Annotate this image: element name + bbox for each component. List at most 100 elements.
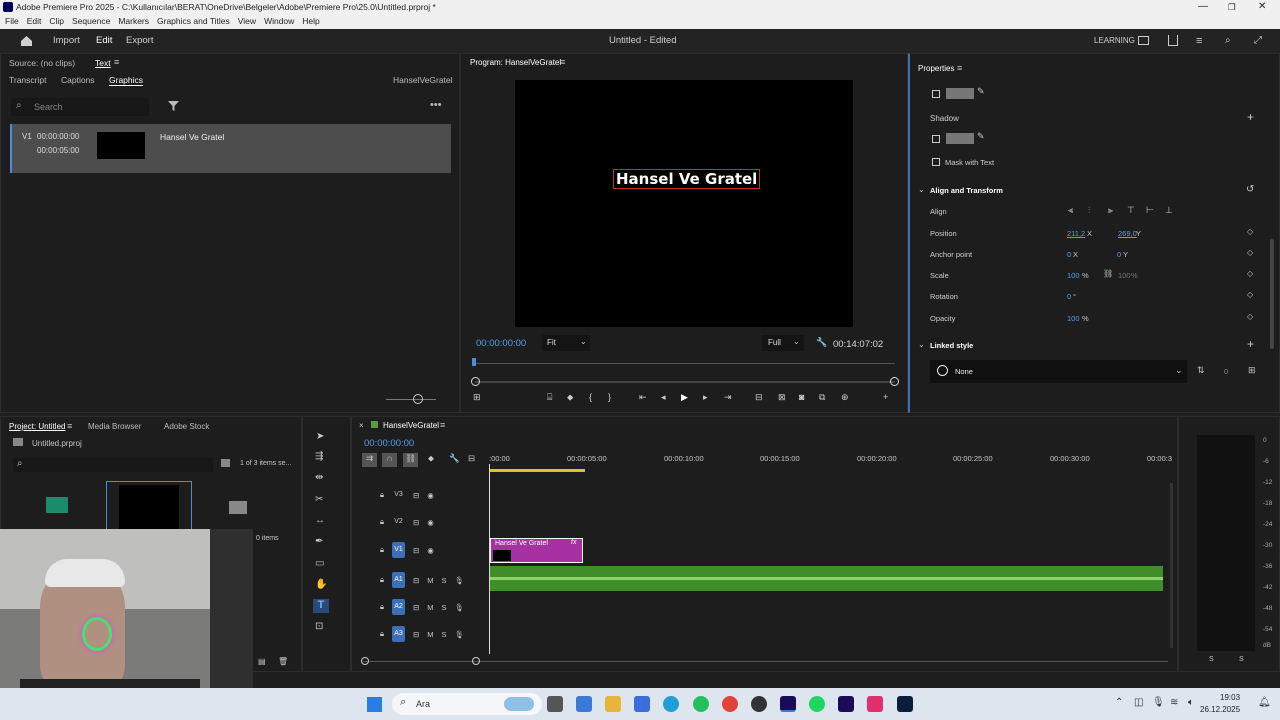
lock-icon[interactable]: 🔒︎	[380, 545, 384, 555]
link-icon[interactable]: ⛓	[1103, 269, 1113, 278]
lock-icon[interactable]: 🔒︎	[380, 602, 384, 612]
sync-icon[interactable]: ⊟	[413, 576, 419, 585]
track-label[interactable]: V1	[392, 542, 405, 558]
fill-swatch[interactable]	[946, 88, 974, 99]
clock-time[interactable]: 19:03	[1220, 693, 1240, 702]
linked-style-dropdown[interactable]: None ⌄	[930, 360, 1187, 383]
instagram-icon[interactable]	[867, 696, 883, 712]
vertical-scrollbar[interactable]	[1170, 483, 1173, 648]
search-box[interactable]: ⌕ Search	[11, 98, 149, 116]
menu-help[interactable]: Help	[302, 16, 319, 26]
lock-icon[interactable]: 🔒︎	[380, 517, 384, 527]
graphics-tab[interactable]: Graphics	[109, 75, 144, 86]
clock-date[interactable]: 26.12.2025	[1200, 705, 1240, 714]
menu-graphics[interactable]: Graphics and Titles	[157, 16, 230, 26]
sync-icon[interactable]: ⊟	[413, 491, 419, 500]
scale-value[interactable]: 100	[1067, 271, 1080, 280]
hamburger-icon[interactable]: ≡	[1196, 29, 1202, 53]
add-shadow-icon[interactable]: +	[1247, 110, 1254, 124]
mic-icon[interactable]: 🎙︎	[455, 630, 465, 639]
mark-in-icon[interactable]: {	[589, 392, 592, 402]
scroll-right-handle[interactable]	[472, 657, 480, 665]
adobe-stock-tab[interactable]: Adobe Stock	[164, 422, 209, 431]
premiere-taskbar-icon[interactable]	[780, 696, 796, 712]
track-label[interactable]: A3	[392, 626, 405, 642]
program-menu-icon[interactable]: ≡	[560, 57, 565, 67]
slip-icon[interactable]: ↔	[315, 515, 325, 526]
taskbar-search-input[interactable]: Ara	[416, 699, 430, 709]
obs-icon[interactable]	[751, 696, 767, 712]
project-tab[interactable]: Project: Untitled	[9, 422, 65, 431]
keyframe-icon[interactable]: ◇	[1247, 312, 1253, 321]
mark-out-icon[interactable]: }	[608, 392, 611, 402]
more-icon[interactable]: •••	[430, 99, 442, 111]
snap-icon[interactable]: ∩	[382, 453, 397, 467]
audio-clip[interactable]	[490, 566, 1163, 591]
compare-icon[interactable]: ⧉	[819, 392, 825, 403]
keyframe-icon[interactable]: ◇	[1247, 290, 1253, 299]
playhead[interactable]	[472, 358, 476, 366]
zoom-slider-handle[interactable]	[413, 394, 423, 404]
text-tab[interactable]: Text	[95, 58, 111, 68]
selection-tool-icon[interactable]: ➤	[316, 431, 324, 442]
workspaces-icon[interactable]	[1138, 36, 1149, 45]
menu-sequence[interactable]: Sequence	[72, 16, 110, 26]
resolution-dropdown[interactable]: Full ⌄	[762, 335, 804, 351]
align-top-icon[interactable]: ⊤	[1127, 205, 1135, 216]
position-x-value[interactable]: 211,2	[1067, 229, 1085, 238]
nest-icon[interactable]: ⇉	[362, 453, 377, 467]
video-frame[interactable]: Hansel Ve Gratel	[515, 80, 853, 327]
zoom-slider[interactable]	[386, 399, 436, 400]
filter-icon[interactable]	[168, 100, 179, 112]
lock-icon[interactable]: 🔒︎	[380, 490, 384, 500]
copilot-icon[interactable]	[576, 696, 592, 712]
share-icon[interactable]	[1168, 35, 1178, 46]
linked-selection-icon[interactable]: ⛓	[403, 453, 418, 467]
fit-dropdown[interactable]: Fit ⌄	[542, 335, 590, 351]
program-title[interactable]: Program: HanselVeGratel	[470, 58, 561, 67]
eyedropper-icon[interactable]: ✎	[977, 131, 985, 142]
vr-icon[interactable]: ⊕	[841, 392, 849, 403]
reset-icon[interactable]: ↺	[1246, 184, 1254, 195]
insert-icon[interactable]: ⊟	[755, 392, 763, 403]
audio-clip-thumbnail[interactable]	[46, 497, 68, 513]
panel-menu-icon[interactable]: ≡	[114, 57, 119, 67]
marker-icon[interactable]: ⬥	[567, 392, 573, 403]
store-icon[interactable]	[634, 696, 650, 712]
anchor-x-value[interactable]: 0	[1067, 250, 1071, 259]
eye-icon[interactable]: ◉	[427, 518, 434, 527]
taskbar-search[interactable]: ⌕ Ara	[392, 693, 542, 715]
align-left-icon[interactable]: ⫷	[1068, 205, 1073, 216]
solo-left-button[interactable]: S	[1209, 656, 1214, 663]
align-right-icon[interactable]: ⫸	[1108, 205, 1113, 216]
title-clip[interactable]: Hansel Ve Gratel fx	[490, 538, 583, 563]
volume-icon[interactable]: 🔈︎	[1188, 697, 1194, 708]
import-tab[interactable]: Import	[53, 29, 80, 53]
keyframe-icon[interactable]: ◇	[1247, 248, 1253, 257]
project-search[interactable]: ⌕	[13, 458, 213, 472]
new-item-icon[interactable]: ▤	[258, 657, 266, 666]
solo-right-button[interactable]: S	[1239, 656, 1244, 663]
tray-chevron-icon[interactable]: ⌃	[1115, 697, 1123, 708]
lock-icon[interactable]: 🔒︎	[380, 629, 384, 639]
add-marker-icon[interactable]: ⬥	[428, 453, 434, 464]
shadow-checkbox[interactable]	[932, 135, 940, 143]
rotation-value[interactable]: 0	[1067, 292, 1071, 301]
photoshop-icon[interactable]	[897, 696, 913, 712]
time-ruler[interactable]: :00:00 00:00:05:00 00:00:10:00 00:00:15:…	[489, 454, 1172, 468]
captions-icon[interactable]: ⊟	[468, 453, 475, 464]
mask-checkbox[interactable]	[932, 158, 940, 166]
transcript-tab[interactable]: Transcript	[9, 75, 46, 85]
sequence-thumbnail[interactable]	[119, 485, 179, 529]
search-app-icon[interactable]: ⌕	[1225, 29, 1231, 53]
anchor-y-value[interactable]: 0	[1117, 250, 1121, 259]
linked-style-header[interactable]: Linked style	[930, 341, 973, 350]
horizontal-scrollbar[interactable]	[363, 661, 1168, 662]
project-menu-icon[interactable]: ≡	[67, 421, 72, 431]
close-sequence-icon[interactable]: ×	[359, 421, 364, 430]
sequence-tab[interactable]: HanselVeGratel	[383, 421, 439, 430]
caption-tool-icon[interactable]: ⊡	[315, 621, 323, 632]
sync-style-icon[interactable]: ⇅	[1197, 365, 1205, 376]
go-to-out-icon[interactable]: ⇥	[724, 392, 732, 403]
media-encoder-icon[interactable]	[838, 696, 854, 712]
